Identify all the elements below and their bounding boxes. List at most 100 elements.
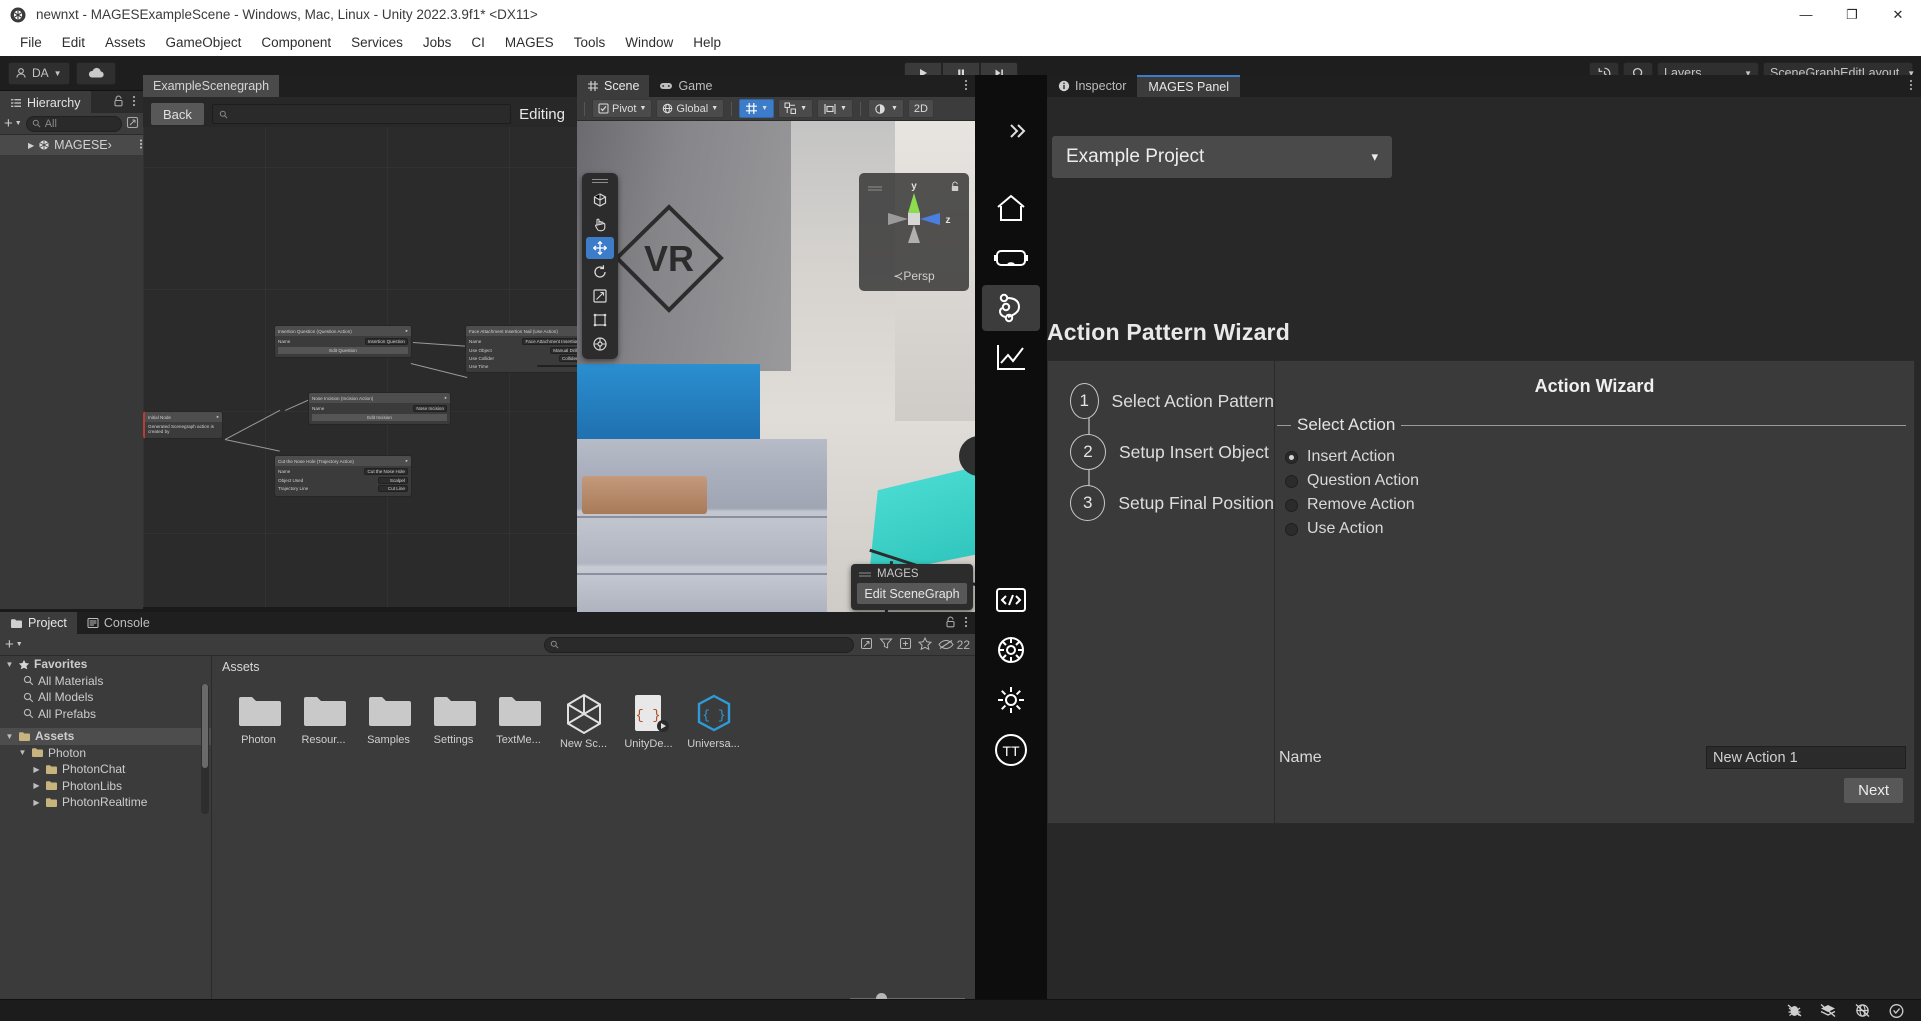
hierarchy-row-mages-scene[interactable]: ▶ MAGESE›	[0, 135, 143, 155]
tab-hierarchy[interactable]: Hierarchy	[0, 91, 91, 113]
expand-triangle-icon[interactable]: ▶	[32, 765, 41, 774]
tree-row-all-models[interactable]: All Models	[0, 689, 211, 706]
align-dropdown[interactable]: ▼	[817, 99, 853, 118]
scenegraph-search-input[interactable]	[211, 104, 512, 124]
node-slider[interactable]	[537, 365, 577, 367]
radio-icon[interactable]	[1285, 498, 1298, 512]
rail-settings-button[interactable]	[982, 627, 1040, 673]
project-tree-scrollbar[interactable]	[201, 684, 209, 814]
scenegraph-canvas[interactable]: Initial Node ▸ Generated Scenegraph actio…	[143, 127, 577, 607]
global-dropdown[interactable]: Global ▼	[656, 99, 725, 118]
move-tool-button[interactable]	[586, 237, 614, 259]
node-field-value[interactable]: Nose Incision	[413, 405, 447, 412]
gizmo-persp-label[interactable]: ≺Persp	[893, 269, 934, 283]
expand-triangle-icon[interactable]: ▶	[28, 141, 34, 150]
project-dropdown[interactable]: Example Project ▾	[1052, 136, 1392, 178]
node-field-value[interactable]: Insertion Question	[364, 338, 408, 345]
filter-icon[interactable]	[879, 637, 893, 653]
rail-home-button[interactable]	[982, 185, 1040, 231]
2d-toggle[interactable]: 2D	[907, 99, 934, 118]
menu-component[interactable]: Component	[251, 29, 341, 56]
hierarchy-search-input[interactable]: All	[25, 115, 122, 132]
package-icon[interactable]	[899, 637, 912, 653]
hand-tool-button[interactable]	[586, 213, 614, 235]
asset-item[interactable]: { } Universa...	[682, 692, 745, 750]
close-button[interactable]: ✕	[1875, 0, 1921, 29]
menu-edit[interactable]: Edit	[52, 29, 95, 56]
tab-project[interactable]: Project	[0, 612, 77, 634]
scene-viewport[interactable]: VR y z ≺Persp MAGES Edit SceneGraph	[577, 121, 975, 612]
rail-code-button[interactable]	[982, 577, 1040, 623]
minimize-button[interactable]: —	[1783, 0, 1829, 29]
node-field-value[interactable]: Manual Drill Pole	[550, 346, 577, 354]
custom-tool-button[interactable]	[586, 333, 614, 355]
cloud-button[interactable]	[76, 61, 116, 85]
rect-tool-button[interactable]	[586, 309, 614, 331]
radio-icon[interactable]	[1285, 522, 1298, 536]
scenegraph-node-initial[interactable]: Initial Node ▸ Generated Scenegraph actio…	[143, 411, 223, 439]
scene-gizmo[interactable]: y z ≺Persp	[859, 173, 969, 291]
star-icon[interactable]	[917, 636, 932, 653]
menu-window[interactable]: Window	[615, 29, 683, 56]
wizard-step-2[interactable]: 2 Setup Insert Object	[1070, 434, 1274, 470]
rail-scenegraph-button[interactable]	[982, 285, 1040, 331]
expand-triangle-icon[interactable]: ▶	[32, 798, 41, 807]
tree-row-all-prefabs[interactable]: All Prefabs	[0, 706, 211, 723]
rail-tt-button[interactable]: TT	[982, 727, 1040, 773]
tab-mages-panel[interactable]: MAGES Panel	[1137, 75, 1241, 97]
node-field-value[interactable]: Face Attachment Insertion Nail	[522, 338, 577, 345]
asset-item[interactable]: Settings	[422, 692, 485, 750]
tree-row-photonrealtime[interactable]: ▶ PhotonRealtime	[0, 794, 211, 811]
tab-example-scenegraph[interactable]: ExampleScenegraph	[143, 75, 280, 97]
collapse-panel-button[interactable]	[1007, 121, 1029, 146]
radio-icon[interactable]	[1285, 450, 1298, 464]
account-button[interactable]: DA ▼	[8, 61, 70, 85]
expand-triangle-icon[interactable]: ▼	[18, 748, 27, 757]
tree-row-all-materials[interactable]: All Materials	[0, 673, 211, 690]
menu-help[interactable]: Help	[683, 29, 731, 56]
project-add-button[interactable]: + ▼	[5, 636, 23, 653]
node-field-value[interactable]: Cut Line	[378, 485, 408, 492]
transform-tool-button[interactable]	[586, 189, 614, 211]
radio-remove-action[interactable]: Remove Action	[1275, 493, 1914, 517]
scale-tool-button[interactable]	[586, 285, 614, 307]
grid-snap-toggle[interactable]: ▼	[739, 99, 775, 118]
menu-jobs[interactable]: Jobs	[413, 29, 462, 56]
menu-tools[interactable]: Tools	[564, 29, 616, 56]
wizard-step-1[interactable]: 1 Select Action Pattern	[1070, 383, 1274, 419]
rail-gear-button[interactable]	[982, 677, 1040, 723]
tab-scene[interactable]: Scene	[577, 75, 650, 97]
asset-item[interactable]: Photon	[227, 692, 290, 750]
mages-overlay-header[interactable]: MAGES	[851, 568, 973, 583]
rotate-tool-button[interactable]	[586, 261, 614, 283]
tab-inspector[interactable]: Inspector	[1047, 75, 1137, 97]
clock-check-icon[interactable]	[1887, 1002, 1905, 1020]
asset-item[interactable]: TextMe...	[487, 692, 550, 750]
visibility-icon[interactable]	[126, 116, 139, 132]
save-search-icon[interactable]	[860, 637, 873, 653]
tab-console[interactable]: Console	[77, 612, 160, 634]
node-field-value[interactable]: Scalpel	[378, 476, 408, 484]
radio-use-action[interactable]: Use Action	[1275, 517, 1914, 541]
asset-item[interactable]: Samples	[357, 692, 420, 750]
maximize-button[interactable]: ❐	[1829, 0, 1875, 29]
name-input[interactable]: New Action 1	[1706, 746, 1906, 769]
layers-off-icon[interactable]	[1819, 1002, 1837, 1020]
rail-vr-button[interactable]	[982, 235, 1040, 281]
tab-game[interactable]: Game	[649, 75, 722, 97]
scenegraph-node-cut-nose-hole[interactable]: Cut the Nose Hole (Trajectory Action) ▸ N…	[274, 455, 412, 497]
project-tree[interactable]: ▼ Favorites All Materials All Models All…	[0, 656, 212, 1009]
kebab-icon[interactable]	[132, 94, 136, 111]
tree-row-photonchat[interactable]: ▶ PhotonChat	[0, 761, 211, 778]
pivot-dropdown[interactable]: Pivot ▼	[592, 99, 653, 118]
grip-icon[interactable]	[867, 179, 883, 191]
menu-mages[interactable]: MAGES	[495, 29, 564, 56]
scenegraph-node-face-attachment[interactable]: Face Attachment Insertion Nail (Use Acti…	[465, 325, 577, 373]
tree-row-photonlibs[interactable]: ▶ PhotonLibs	[0, 778, 211, 795]
expand-triangle-icon[interactable]: ▼	[5, 660, 14, 669]
grip-icon[interactable]	[592, 177, 608, 184]
menu-assets[interactable]: Assets	[95, 29, 156, 56]
kebab-icon[interactable]	[1909, 78, 1913, 95]
next-button[interactable]: Next	[1844, 778, 1903, 803]
bug-off-icon[interactable]	[1785, 1002, 1803, 1020]
